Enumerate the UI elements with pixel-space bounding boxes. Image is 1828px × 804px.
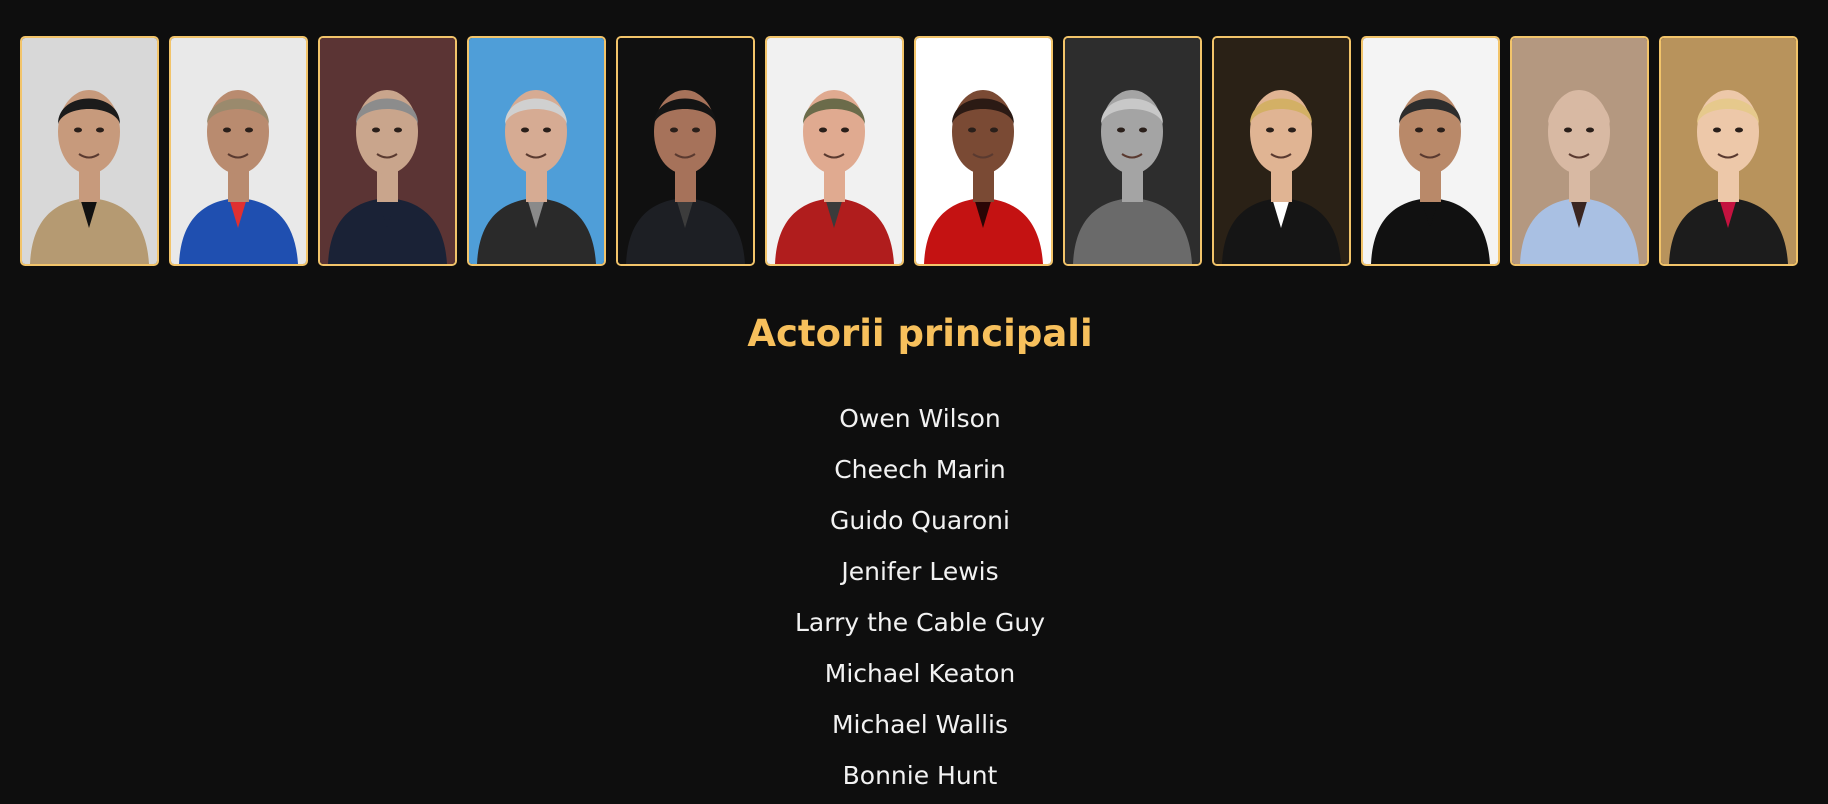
actor-name[interactable]: Guido Quaroni [0, 495, 1828, 546]
portrait-image [469, 38, 604, 264]
portrait-image [1214, 38, 1349, 264]
portrait-image [1512, 38, 1647, 264]
actor-photo-5[interactable] [616, 36, 755, 266]
actor-photo-12[interactable] [1659, 36, 1798, 266]
portrait-image [171, 38, 306, 264]
actor-photo-8[interactable] [1063, 36, 1202, 266]
actor-photo-3[interactable] [318, 36, 457, 266]
actor-photo-9[interactable] [1212, 36, 1351, 266]
actor-name[interactable]: Michael Keaton [0, 648, 1828, 699]
actor-name[interactable]: Owen Wilson [0, 393, 1828, 444]
actor-name[interactable]: Michael Wallis [0, 699, 1828, 750]
portrait-image [320, 38, 455, 264]
section-title: Actorii principali [747, 312, 1093, 355]
actor-name[interactable]: Larry the Cable Guy [0, 597, 1828, 648]
portrait-image [1661, 38, 1796, 264]
actor-list: Owen Wilson Cheech Marin Guido Quaroni J… [0, 393, 1828, 801]
actor-photo-4[interactable] [467, 36, 606, 266]
portrait-image [1065, 38, 1200, 264]
actor-photo-11[interactable] [1510, 36, 1649, 266]
actor-photo-1[interactable] [20, 36, 159, 266]
portrait-image [618, 38, 753, 264]
actor-photo-10[interactable] [1361, 36, 1500, 266]
actor-photo-7[interactable] [914, 36, 1053, 266]
actor-photo-strip [20, 36, 1798, 270]
portrait-image [767, 38, 902, 264]
actor-photo-2[interactable] [169, 36, 308, 266]
portrait-image [22, 38, 157, 264]
actor-name[interactable]: Cheech Marin [0, 444, 1828, 495]
portrait-image [1363, 38, 1498, 264]
portrait-image [916, 38, 1051, 264]
actor-name[interactable]: Jenifer Lewis [0, 546, 1828, 597]
actor-photo-6[interactable] [765, 36, 904, 266]
actor-name[interactable]: Bonnie Hunt [0, 750, 1828, 801]
